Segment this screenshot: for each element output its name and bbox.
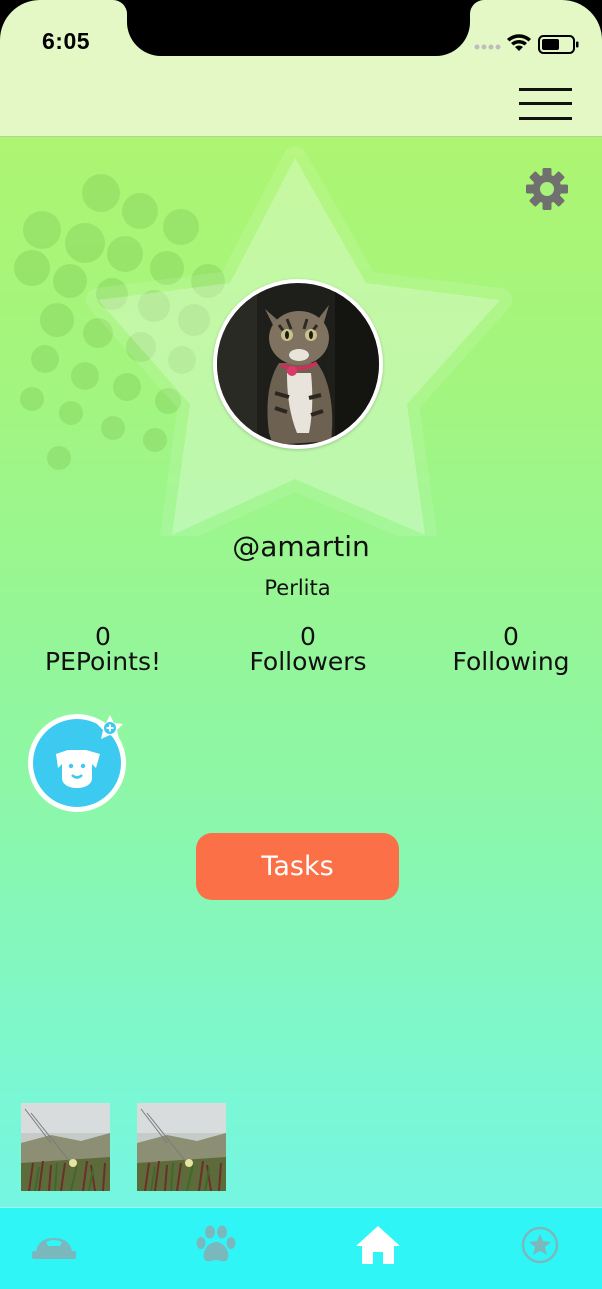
battery-icon — [538, 35, 579, 54]
tasks-button[interactable]: Tasks — [196, 833, 399, 900]
notch-edge — [113, 0, 127, 14]
notch-edge — [470, 0, 484, 14]
tab-pet-bowl[interactable] — [24, 1218, 84, 1274]
hamburger-menu-icon[interactable] — [519, 86, 572, 122]
paw-icon — [196, 1225, 236, 1262]
tab-paw[interactable] — [186, 1218, 246, 1274]
star-icon — [521, 1226, 559, 1264]
username: @amartin — [232, 530, 370, 563]
top-header: 6:05 — [0, 0, 602, 137]
stat-label: Followers — [249, 647, 367, 676]
cat-photo — [217, 283, 379, 445]
tab-favorites[interactable] — [510, 1218, 570, 1274]
gear-icon[interactable] — [525, 167, 569, 211]
stat-label: Following — [452, 647, 570, 676]
status-time: 6:05 — [42, 28, 91, 54]
tab-home[interactable] — [348, 1218, 408, 1274]
device-notch — [127, 0, 470, 56]
photo-thumbnail[interactable] — [21, 1103, 110, 1191]
wifi-icon — [507, 34, 531, 51]
bottom-tab-bar — [0, 1207, 602, 1289]
stat-followers[interactable]: 0 Followers — [208, 624, 408, 676]
home-icon — [356, 1226, 400, 1264]
pet-bowl-icon — [32, 1238, 76, 1259]
photo-thumbnail[interactable] — [137, 1103, 226, 1191]
stat-label: PEPoints! — [45, 647, 161, 676]
dog-face-plus-icon[interactable] — [26, 712, 128, 814]
profile-avatar[interactable] — [213, 279, 383, 449]
stat-pepoints[interactable]: 0 PEPoints! — [3, 624, 203, 676]
signal-icon — [474, 44, 501, 50]
pet-name: Perlita — [264, 576, 331, 600]
stat-following[interactable]: 0 Following — [411, 624, 602, 676]
status-icons — [474, 34, 579, 54]
screen-corner — [0, 0, 40, 40]
